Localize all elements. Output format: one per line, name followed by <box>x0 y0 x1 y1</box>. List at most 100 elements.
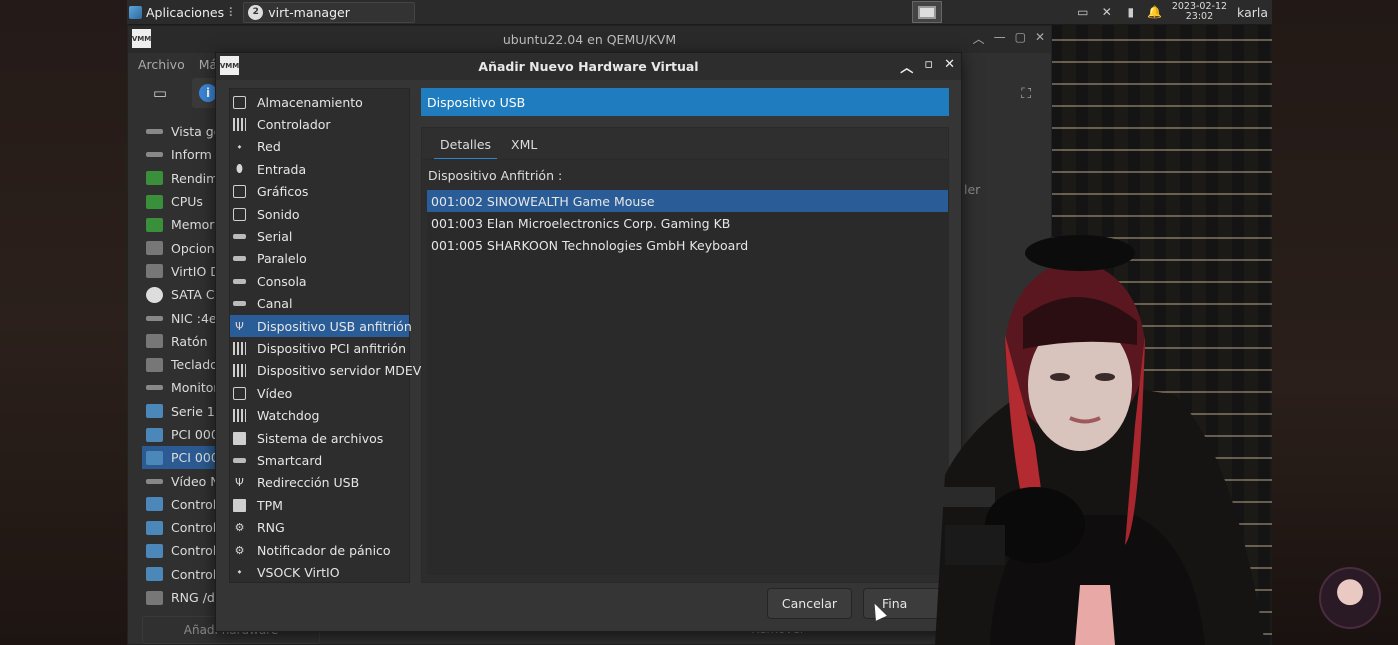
maximize-icon[interactable]: ▫ <box>924 57 933 76</box>
category-label: Sonido <box>257 206 300 222</box>
hw-item[interactable]: Teclado <box>142 353 218 376</box>
memory-icon <box>146 217 163 232</box>
dialog-title: Añadir Nuevo Hardware Virtual <box>478 59 699 74</box>
hw-item[interactable]: Serie 1 <box>142 400 218 423</box>
close-icon[interactable]: ✕ <box>944 57 955 76</box>
cancel-button[interactable]: Cancelar <box>767 588 852 619</box>
network-icon: ⬩ <box>237 565 242 579</box>
category-item[interactable]: Ψ Redirección USB <box>230 472 409 494</box>
pci-icon <box>146 427 163 442</box>
mouse-icon: ⬮ <box>236 162 243 176</box>
chevron-up-icon[interactable]: ︿ <box>973 30 985 47</box>
device-row[interactable]: 001:005 SHARKOON Technologies GmbH Keybo… <box>427 235 948 257</box>
category-item[interactable]: Consola <box>230 270 409 292</box>
category-item[interactable]: TPM <box>230 494 409 516</box>
menu-archivo[interactable]: Archivo <box>138 57 185 72</box>
workspace-switcher-icon[interactable] <box>912 1 942 23</box>
taskbar-task-virt-manager[interactable]: 2 virt-manager <box>243 1 416 23</box>
tab-details[interactable]: Detalles <box>430 128 501 161</box>
cpu-icon <box>146 194 163 209</box>
maximize-icon[interactable]: ▢ <box>1015 30 1026 47</box>
applications-label: Aplicaciones <box>146 4 225 20</box>
device-row[interactable]: 001:002 SINOWEALTH Game Mouse <box>427 190 948 213</box>
category-label: Vídeo <box>257 385 293 401</box>
close-icon[interactable]: ✕ <box>1035 30 1045 47</box>
hw-item[interactable]: CPUs <box>142 190 218 213</box>
tab-xml[interactable]: XML <box>501 128 547 161</box>
category-item[interactable]: Vídeo <box>230 382 409 404</box>
fullscreen-icon[interactable]: ⛶ <box>1021 86 1031 102</box>
shirt-shape <box>1075 585 1115 645</box>
hw-label: PCI 000 <box>171 450 218 466</box>
hw-item[interactable]: Monitor <box>142 376 218 399</box>
right-eye-shape <box>1095 373 1115 381</box>
hw-item[interactable]: Memor <box>142 213 218 236</box>
hw-label: RNG /de <box>171 590 218 606</box>
hw-label: Ratón <box>171 333 208 349</box>
category-item[interactable]: Smartcard <box>230 449 409 471</box>
hw-item[interactable]: Control <box>142 563 218 586</box>
hw-label: SATA CI <box>171 287 218 303</box>
hw-item[interactable]: Ratón <box>142 330 218 353</box>
hw-item[interactable]: Control <box>142 516 218 539</box>
hw-item[interactable]: Control <box>142 493 218 516</box>
controller-icon <box>146 497 163 512</box>
hw-item[interactable]: Rendim <box>142 167 218 190</box>
cdrom-icon <box>146 286 163 303</box>
category-item[interactable]: ⚙ RNG <box>230 516 409 538</box>
hw-label: Control <box>171 566 217 582</box>
hw-item[interactable]: RNG /de <box>142 586 218 609</box>
hw-label: Control <box>171 496 217 512</box>
keyboard-icon <box>146 357 163 372</box>
network-icon: ⬩ <box>237 139 242 153</box>
category-item[interactable]: Sonido <box>230 203 409 225</box>
hw-item[interactable]: SATA CI <box>142 283 218 306</box>
category-item[interactable]: Ψ Dispositivo USB anfitrión <box>230 314 412 338</box>
category-item[interactable]: Sistema de archivos <box>230 427 409 449</box>
hw-item[interactable]: PCI 000 <box>142 446 218 470</box>
volume-muted-icon[interactable]: ✕ <box>1100 5 1114 19</box>
tpm-icon <box>233 498 246 512</box>
hw-item[interactable]: Opcione <box>142 236 218 259</box>
system-tray: ▭ ✕ ▮ 🔔 2023-02-12 23:02 karla <box>1076 0 1268 24</box>
category-item[interactable]: Watchdog <box>230 404 409 426</box>
console-button[interactable]: ▭ <box>144 78 176 108</box>
tab-bar: Detalles XML <box>421 127 949 160</box>
clock[interactable]: 2023-02-12 23:02 <box>1172 2 1227 22</box>
hw-item[interactable]: Control <box>142 539 218 562</box>
category-item[interactable]: Gráficos <box>230 181 409 203</box>
category-label: Canal <box>257 296 293 312</box>
hw-item[interactable]: Vista ge <box>142 120 218 143</box>
hw-item[interactable]: NIC :4e <box>142 306 218 329</box>
category-item[interactable]: ⬩ Red <box>230 136 409 158</box>
bell-icon[interactable]: 🔔 <box>1147 5 1162 19</box>
usb-icon: Ψ <box>235 476 244 490</box>
category-item[interactable]: Controlador <box>230 113 409 135</box>
hw-item[interactable]: PCI 000 <box>142 423 218 446</box>
hw-item[interactable]: VirtIO D <box>142 260 218 283</box>
network-icon[interactable]: ▭ <box>1076 5 1090 19</box>
sunglasses-shape <box>1025 235 1135 271</box>
channel-icon <box>233 301 246 307</box>
device-row[interactable]: 001:003 Elan Microelectronics Corp. Gami… <box>427 212 948 234</box>
category-item[interactable]: ⬩ VSOCK VirtIO <box>230 561 409 583</box>
category-item[interactable]: Dispositivo PCI anfitrión <box>230 337 409 359</box>
category-item[interactable]: Almacenamiento <box>230 91 409 113</box>
clipboard-icon[interactable]: ▮ <box>1124 5 1138 19</box>
category-label: VSOCK VirtIO <box>257 564 340 580</box>
hw-item[interactable]: Inform <box>142 143 218 166</box>
hw-label: VirtIO D <box>171 263 218 279</box>
applications-menu[interactable]: Aplicaciones ⠇ <box>127 5 237 20</box>
controller-icon <box>233 118 246 132</box>
category-item[interactable]: Paralelo <box>230 248 409 270</box>
minimize-icon[interactable]: — <box>994 30 1006 47</box>
chevron-up-icon[interactable]: ︿ <box>900 57 913 76</box>
user-name[interactable]: karla <box>1237 5 1268 20</box>
category-item[interactable]: ⬮ Entrada <box>230 158 409 180</box>
category-item[interactable]: Serial <box>230 225 409 247</box>
category-item[interactable]: Canal <box>230 293 409 315</box>
category-item[interactable]: ⚙ Notificador de pánico <box>230 539 409 561</box>
hw-item[interactable]: Vídeo N <box>142 469 218 492</box>
category-item[interactable]: Dispositivo servidor MDEV <box>230 360 421 382</box>
category-label: Entrada <box>257 161 307 177</box>
